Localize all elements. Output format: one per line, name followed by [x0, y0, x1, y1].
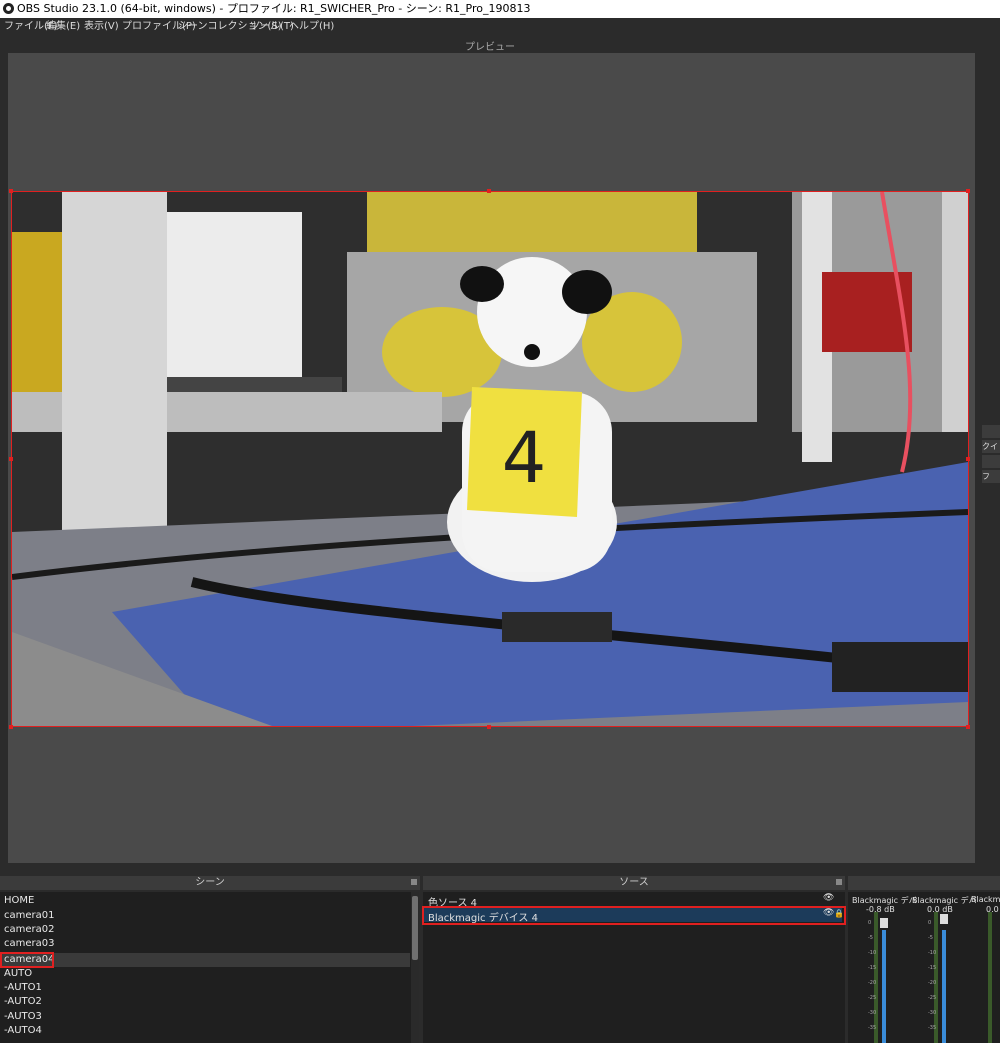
scenes-scrollbar[interactable]	[411, 892, 419, 1043]
volume-fader-handle[interactable]	[940, 914, 948, 924]
mixer-db-value: -0.8 dB	[866, 905, 895, 914]
mixer-channel-name: Blackmagic	[971, 895, 1000, 904]
quick-transition-button[interactable]: クイッ	[982, 440, 1000, 453]
db-scale-label: 0	[868, 920, 872, 926]
resize-handle[interactable]	[9, 189, 13, 193]
resize-handle[interactable]	[966, 189, 970, 193]
scene-item[interactable]: -AUTO2	[4, 995, 42, 1009]
mixer-dock-header	[848, 876, 1000, 890]
scene-item[interactable]: camera03	[4, 937, 54, 951]
scenes-list	[0, 892, 411, 1043]
db-scale-label: -30	[868, 1010, 877, 1016]
dock-float-icon[interactable]	[411, 879, 417, 885]
scene-item[interactable]: -AUTO4	[4, 1024, 42, 1038]
db-scale-label: -15	[868, 965, 877, 971]
scene-item[interactable]: HOME	[4, 894, 34, 908]
resize-handle[interactable]	[9, 725, 13, 729]
scene-item[interactable]: -AUTO3	[4, 1010, 42, 1024]
db-scale-label: -10	[868, 950, 877, 956]
menu-view[interactable]: 表示(V)	[84, 18, 119, 36]
resize-handle[interactable]	[9, 457, 13, 461]
volume-meter	[988, 912, 992, 1043]
scrollbar-thumb[interactable]	[412, 896, 418, 960]
db-scale-label: 0	[928, 920, 932, 926]
sign-number: 4	[502, 417, 547, 499]
db-scale-label: -5	[928, 935, 933, 941]
db-scale-label: -10	[928, 950, 937, 956]
resize-handle[interactable]	[487, 189, 491, 193]
side-button[interactable]	[982, 425, 1000, 438]
obs-logo-icon	[3, 3, 14, 14]
side-button[interactable]	[982, 455, 1000, 468]
db-scale-label: -25	[868, 995, 877, 1001]
menu-help[interactable]: ヘルプ(H)	[289, 18, 334, 36]
scene-item[interactable]: camera02	[4, 923, 54, 937]
resize-handle[interactable]	[487, 725, 491, 729]
scene-item[interactable]: camera01	[4, 909, 54, 923]
camera-source-frame[interactable]: 4	[11, 191, 969, 727]
db-scale-label: -20	[868, 980, 877, 986]
db-scale-label: -35	[928, 1025, 937, 1031]
highlight-box	[0, 952, 54, 968]
scenes-dock-header: シーン	[0, 876, 420, 890]
scene-selection-highlight	[0, 953, 410, 967]
db-scale-label: -5	[868, 935, 873, 941]
db-scale-label: -15	[928, 965, 937, 971]
db-scale-label: -35	[868, 1025, 877, 1031]
db-scale-label: -30	[928, 1010, 937, 1016]
resize-handle[interactable]	[966, 725, 970, 729]
dock-float-icon[interactable]	[836, 879, 842, 885]
menu-bar: ファイル(F) 編集(E) 表示(V) プロファイル(P) シーンコレクション(…	[0, 18, 1000, 36]
mixer-db-value: 0.0 dB	[927, 905, 953, 914]
menu-edit[interactable]: 編集(E)	[46, 18, 80, 36]
resize-handle[interactable]	[966, 457, 970, 461]
camera-photo: 4	[12, 192, 968, 726]
scene-item[interactable]: -AUTO1	[4, 981, 42, 995]
volume-meter	[874, 912, 878, 1043]
scene-item[interactable]: AUTO	[4, 967, 32, 981]
sources-dock-header: ソース	[423, 876, 845, 890]
db-scale-label: -25	[928, 995, 937, 1001]
highlight-box	[422, 906, 846, 925]
volume-fader-handle[interactable]	[880, 918, 888, 928]
visibility-eye-icon[interactable]: 👁	[823, 893, 834, 903]
window-title: OBS Studio 23.1.0 (64-bit, windows) - プロ…	[17, 2, 531, 15]
scenes-title: シーン	[195, 877, 225, 888]
db-scale-label: -20	[928, 980, 937, 986]
volume-meter	[934, 912, 938, 1043]
menu-tools[interactable]: ツール(T)	[250, 18, 294, 36]
side-button[interactable]: フ	[982, 470, 1000, 483]
preview-label: プレビュー	[465, 42, 515, 53]
sources-title: ソース	[619, 877, 649, 888]
volume-fader-track[interactable]	[942, 930, 946, 1043]
title-bar: OBS Studio 23.1.0 (64-bit, windows) - プロ…	[0, 0, 1000, 18]
volume-fader-track[interactable]	[882, 930, 886, 1043]
